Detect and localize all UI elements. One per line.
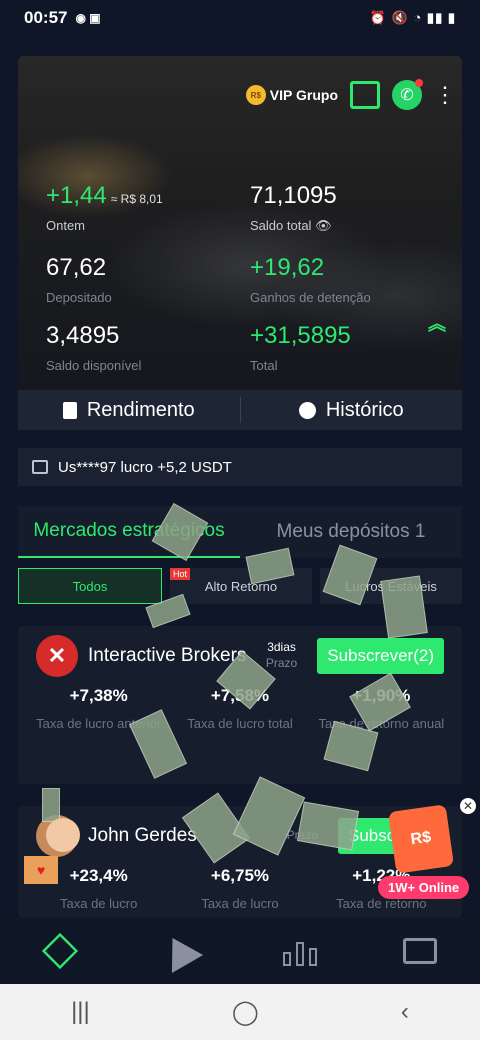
stat-label: Taxa de lucro total bbox=[187, 716, 293, 731]
historico-button[interactable]: Histórico bbox=[241, 399, 463, 422]
ticket-icon[interactable] bbox=[350, 81, 380, 109]
profit-notice: Us****97 lucro +5,2 USDT bbox=[18, 448, 462, 486]
coin-icon: R$ bbox=[245, 85, 266, 105]
cash-bill bbox=[42, 788, 60, 822]
total-balance-stat: 71,1095 Saldo total 👁 bbox=[250, 182, 337, 234]
hot-badge: Hot bbox=[170, 568, 191, 580]
close-icon[interactable]: ✕ bbox=[460, 798, 476, 814]
yesterday-label: Ontem bbox=[46, 218, 86, 233]
home-button[interactable]: ◯ bbox=[232, 998, 259, 1027]
nav-home[interactable] bbox=[40, 931, 80, 971]
recents-button[interactable]: ||| bbox=[71, 998, 90, 1026]
term-value: 3dias bbox=[267, 640, 296, 655]
double-chevron-up-icon[interactable]: ︽ bbox=[428, 315, 446, 332]
balance-hero: R$ VIP Grupo ✆ ⋮ +1,44 ≈ R$ 8,01 Ontem 71… bbox=[18, 56, 462, 390]
vip-label: VIP Grupo bbox=[269, 87, 338, 103]
eye-icon[interactable]: 👁 bbox=[315, 218, 332, 233]
available-value: 3,4895 bbox=[46, 322, 120, 349]
bottom-nav bbox=[0, 918, 480, 984]
deposited-value: 67,62 bbox=[46, 254, 107, 281]
document-icon bbox=[62, 401, 77, 419]
holding-gains-stat: +19,62 Ganhos de detenção bbox=[250, 254, 371, 305]
nav-wallet[interactable] bbox=[400, 931, 440, 971]
action-bar: Rendimento Histórico bbox=[18, 390, 462, 430]
available-label: Saldo disponível bbox=[46, 358, 142, 373]
deposited-stat: 67,62 Depositado bbox=[46, 254, 112, 305]
stat-label: Taxa de lucro bbox=[60, 896, 138, 911]
mascot-head bbox=[46, 818, 80, 852]
total-balance-value: 71,1095 bbox=[250, 182, 337, 209]
broker-logo: ✕ bbox=[36, 635, 78, 677]
cube-icon bbox=[41, 932, 79, 970]
yesterday-converted: ≈ R$ 8,01 bbox=[110, 192, 163, 206]
total-stat: +31,5895 Total bbox=[250, 322, 351, 373]
available-stat: 3,4895 Saldo disponível bbox=[46, 322, 141, 373]
vip-group-button[interactable]: R$ VIP Grupo bbox=[245, 85, 338, 105]
nav-send[interactable] bbox=[156, 929, 204, 973]
nav-markets[interactable] bbox=[280, 931, 320, 971]
status-time: 00:57 bbox=[24, 8, 68, 27]
stat-value: +6,75% bbox=[210, 866, 270, 885]
tab-strategic-markets[interactable]: Mercados estratégicos bbox=[18, 506, 240, 558]
back-button[interactable]: ‹ bbox=[401, 998, 409, 1026]
notification-dot bbox=[415, 79, 423, 87]
deposited-label: Depositado bbox=[46, 290, 112, 305]
yesterday-stat: +1,44 ≈ R$ 8,01 Ontem bbox=[46, 182, 163, 233]
rendimento-button[interactable]: Rendimento bbox=[18, 399, 240, 422]
yesterday-value: +1,44 bbox=[46, 182, 107, 209]
whatsapp-icon[interactable]: ✆ bbox=[392, 79, 423, 110]
promo-gift[interactable]: R$ bbox=[387, 804, 455, 874]
market-tabs: Mercados estratégicos Meus depósitos 1 bbox=[18, 506, 462, 558]
paper-plane-icon bbox=[156, 929, 204, 973]
stat-value: +7,38% bbox=[69, 686, 128, 705]
total-label: Total bbox=[250, 358, 278, 373]
term-label: Prazo bbox=[265, 656, 298, 670]
online-badge[interactable]: 1W+ Online bbox=[378, 876, 470, 899]
rendimento-label: Rendimento bbox=[86, 398, 195, 421]
history-icon bbox=[298, 401, 316, 419]
cash-bill bbox=[380, 575, 428, 639]
speaker-icon bbox=[32, 460, 48, 474]
wallet-icon bbox=[403, 938, 437, 964]
mascot-widget[interactable]: ♥ bbox=[24, 818, 86, 888]
status-icons: ⏰ 🔇 ◔ ▮▮ ▮ bbox=[369, 10, 456, 25]
status-bar: 00:57 ◉ ▣ ⏰ 🔇 ◔ ▮▮ ▮ bbox=[0, 0, 480, 36]
notice-text: Us****97 lucro +5,2 USDT bbox=[58, 458, 232, 476]
subscribe-button[interactable]: Subscrever(2) bbox=[317, 638, 444, 674]
notification-icons: ◉ ▣ bbox=[75, 11, 101, 25]
filter-all[interactable]: Todos bbox=[18, 568, 162, 604]
historico-label: Histórico bbox=[325, 398, 404, 421]
system-nav-bar: ||| ◯ ‹ bbox=[0, 984, 480, 1040]
holding-gains-label: Ganhos de detenção bbox=[250, 290, 371, 305]
stat-label: Taxa de lucro bbox=[201, 896, 279, 911]
heart-icon: ♥ bbox=[24, 856, 58, 884]
term-info: 3dias Prazo bbox=[266, 640, 297, 671]
total-value: +31,5895 bbox=[250, 322, 351, 349]
total-balance-label: Saldo total bbox=[250, 218, 312, 233]
more-menu-icon[interactable]: ⋮ bbox=[434, 84, 456, 106]
bar-chart-icon bbox=[283, 936, 317, 966]
holding-gains-value: +19,62 bbox=[250, 254, 325, 281]
